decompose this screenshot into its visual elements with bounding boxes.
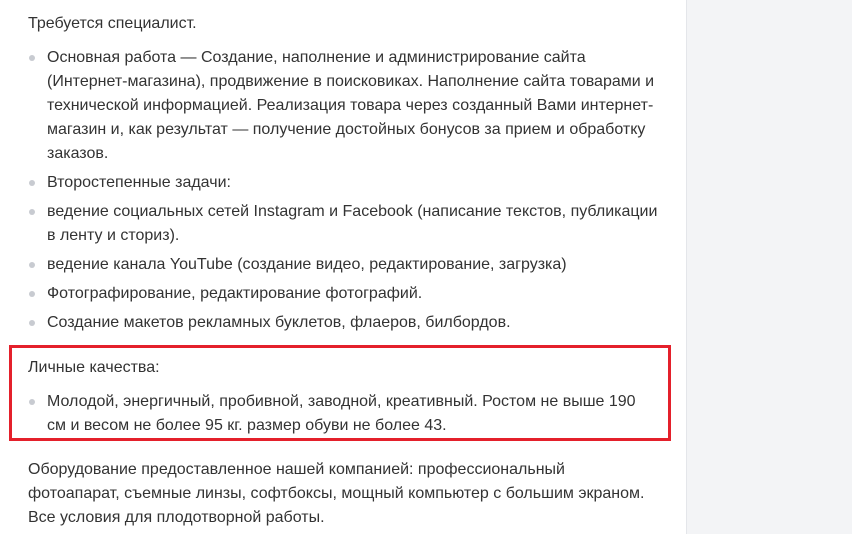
list-item: ведение социальных сетей Instagram и Fac…	[28, 200, 668, 248]
list-item: Молодой, энергичный, пробивной, заводной…	[28, 390, 653, 438]
list-item: Создание макетов рекламных буклетов, фла…	[28, 311, 668, 335]
list-item: Основная работа — Создание, наполнение и…	[28, 46, 668, 166]
intro-text: Требуется специалист.	[28, 15, 197, 32]
side-panel	[686, 0, 852, 534]
equipment-text: Оборудование предоставленное нашей компа…	[28, 461, 645, 526]
duties-list: Основная работа — Создание, наполнение и…	[28, 46, 668, 340]
list-item: Фотографирование, редактирование фотогра…	[28, 282, 668, 306]
qualities-title: Личные качества:	[28, 359, 160, 376]
qualities-list: Молодой, энергичный, пробивной, заводной…	[28, 390, 653, 443]
list-item: Второстепенные задачи:	[28, 171, 668, 195]
list-item: ведение канала YouTube (создание видео, …	[28, 253, 668, 277]
post-content: Требуется специалист. Основная работа — …	[0, 0, 686, 534]
